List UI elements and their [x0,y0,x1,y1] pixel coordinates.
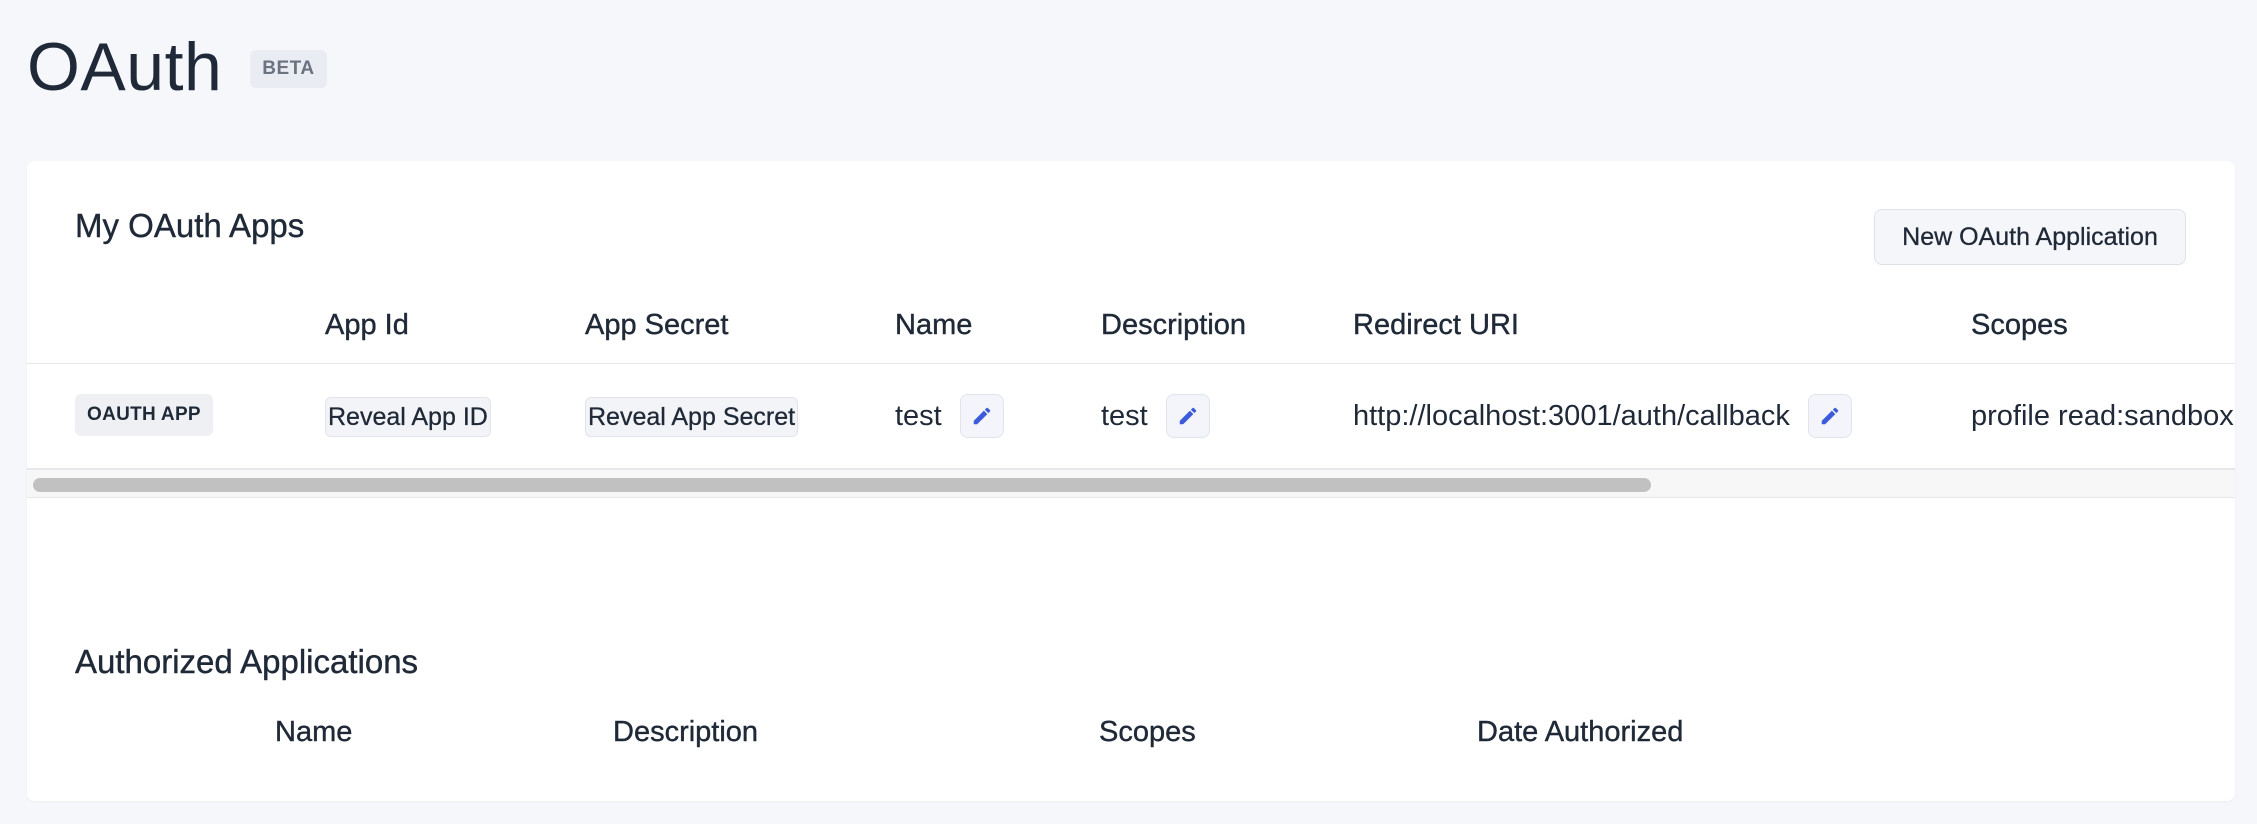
reveal-app-secret-button[interactable]: Reveal App Secret [585,397,799,437]
reveal-app-id-button[interactable]: Reveal App ID [325,397,491,437]
pencil-icon [973,407,991,425]
edit-redirect-uri-button[interactable] [1807,394,1852,438]
column-header-name: Name [895,309,973,341]
redirect-uri: http://localhost:3001/auth/callback [1353,399,1790,432]
edit-description-button[interactable] [1165,394,1210,438]
beta-badge: BETA [250,50,327,88]
edit-name-button[interactable] [959,394,1004,438]
scopes-cell: profile read:sandbox [1971,364,2234,468]
column-header-date-authorized: Date Authorized [1477,716,1684,748]
app-name-cell: test [895,364,1004,468]
oauth-apps-table-header: App Id App Secret Name Description Redir… [27,291,2235,363]
column-header-name: Name [275,716,353,748]
column-header-app-secret: App Secret [585,309,729,341]
app-name: test [895,399,942,432]
my-oauth-apps-title: My OAuth Apps [75,207,305,244]
new-oauth-application-button[interactable]: New OAuth Application [1874,209,2186,265]
column-header-app-id: App Id [325,309,409,341]
oauth-app-tag: OAUTH APP [75,394,213,436]
column-header-description: Description [613,716,759,748]
pencil-icon [1821,407,1839,425]
column-header-description: Description [1101,309,1247,341]
column-header-redirect-uri: Redirect URI [1353,309,1519,341]
redirect-uri-cell: http://localhost:3001/auth/callback [1353,364,1852,468]
scrollbar-thumb[interactable] [33,478,1651,492]
table-row: OAUTH APP Reveal App ID Reveal App Secre… [27,364,2235,468]
scopes: profile read:sandbox [1971,399,2234,432]
pencil-icon [1179,407,1197,425]
oauth-card: My OAuth Apps New OAuth Application App … [27,161,2235,801]
app-description: test [1101,399,1148,432]
authorized-applications-title: Authorized Applications [75,643,419,680]
column-header-scopes: Scopes [1971,309,2068,341]
app-description-cell: test [1101,364,1210,468]
authorized-apps-table-header: Name Description Scopes Date Authorized [27,716,2235,766]
page-header: OAuth BETA [27,22,327,112]
page-title: OAuth [27,29,223,105]
horizontal-scrollbar[interactable] [27,470,2235,498]
column-header-scopes: Scopes [1099,716,1196,748]
